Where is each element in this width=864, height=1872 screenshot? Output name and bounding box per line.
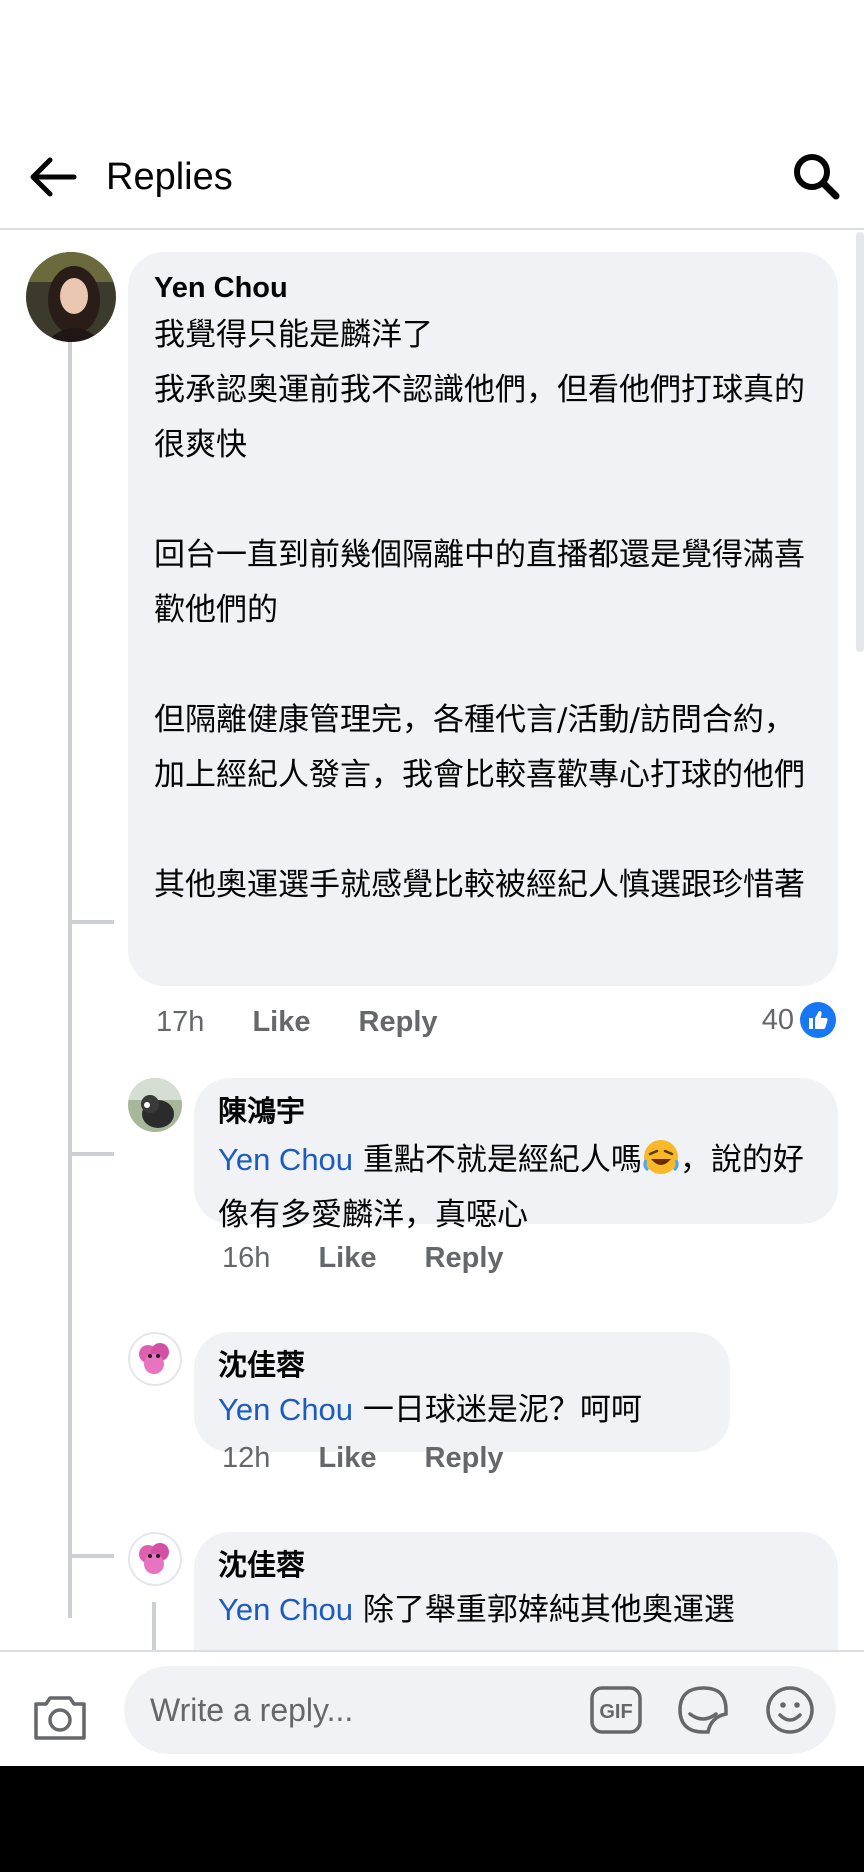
user-photo-icon: [130, 1334, 180, 1384]
like-button[interactable]: Like: [252, 1002, 310, 1042]
reply-author[interactable]: 沈佳蓉: [218, 1346, 706, 1386]
reply-meta: 12h Like Reply: [222, 1438, 504, 1478]
thread-connector: [68, 1554, 114, 1558]
mention-link[interactable]: Yen Chou: [218, 1142, 353, 1177]
like-button[interactable]: Like: [318, 1438, 376, 1478]
reply-button[interactable]: Reply: [359, 1002, 438, 1042]
comment-thread[interactable]: Yen Chou 我覺得只能是麟洋了 我承認奧運前我不認識他們，但看他們打球真的…: [0, 232, 864, 1650]
reply-text-part: 一日球迷是泥？呵呵: [353, 1392, 642, 1428]
like-reaction-icon: [800, 1002, 836, 1038]
comment-bubble[interactable]: Yen Chou 我覺得只能是麟洋了 我承認奧運前我不認識他們，但看他們打球真的…: [128, 252, 838, 986]
system-navigation-bar: [0, 1766, 864, 1872]
gif-icon: GIF: [590, 1686, 642, 1734]
avatar[interactable]: [26, 252, 116, 342]
user-photo-icon: [26, 252, 116, 342]
smiley-icon: [766, 1686, 814, 1734]
reaction-summary[interactable]: 40: [762, 1000, 836, 1040]
sticker-icon: [678, 1686, 728, 1734]
avatar[interactable]: [128, 1332, 182, 1386]
reply-input-container[interactable]: GIF: [124, 1666, 836, 1754]
mention-link[interactable]: Yen Chou: [218, 1592, 353, 1627]
reply-bubble[interactable]: 陳鴻宇 Yen Chou 重點不就是經紀人嗎 ，說的好像有多愛麟洋，真噁心: [194, 1078, 838, 1233]
reply-text-part: 重點不就是經紀人嗎: [353, 1142, 642, 1178]
sticker-button[interactable]: [676, 1684, 730, 1736]
avatar[interactable]: [128, 1078, 182, 1132]
reply-text-part: 除了舉重郭婞純其他奧運選: [353, 1592, 735, 1628]
reply-time[interactable]: 16h: [222, 1238, 270, 1278]
back-button[interactable]: [26, 150, 80, 204]
comment-text: 我覺得只能是麟洋了 我承認奧運前我不認識他們，但看他們打球真的很爽快 回台一直到…: [154, 317, 805, 903]
top-app-bar: Replies: [0, 120, 864, 230]
search-icon: [794, 154, 840, 200]
rolling-laughing-emoji: [642, 1138, 680, 1176]
reaction-count: 40: [761, 1004, 794, 1036]
arrow-left-icon: [30, 157, 77, 197]
reply-author[interactable]: 陳鴻宇: [218, 1092, 814, 1132]
reply-text: Yen Chou 一日球迷是泥？呵呵: [218, 1386, 706, 1434]
emoji-button[interactable]: [764, 1684, 816, 1736]
reply-composer: GIF: [0, 1650, 864, 1766]
user-photo-icon: [128, 1078, 182, 1132]
like-button[interactable]: Like: [318, 1238, 376, 1278]
thread-connector: [68, 1152, 114, 1156]
camera-button[interactable]: [32, 1690, 88, 1742]
thread-line-main: [68, 288, 72, 1618]
reply-text: Yen Chou 重點不就是經紀人嗎 ，說的好像有多愛麟洋，真噁心: [218, 1132, 814, 1243]
reply-text: Yen Chou 除了舉重郭婞純其他奧運選: [218, 1586, 814, 1634]
reply-input[interactable]: [150, 1666, 580, 1754]
page-title: Replies: [106, 156, 233, 198]
scrollbar[interactable]: [856, 232, 864, 652]
reply-time[interactable]: 12h: [222, 1438, 270, 1478]
thread-line-sub: [152, 1602, 156, 1650]
reply-button[interactable]: Reply: [425, 1438, 504, 1478]
svg-text:GIF: GIF: [599, 1701, 632, 1723]
reply-meta: 16h Like Reply: [222, 1238, 504, 1278]
reply-button[interactable]: Reply: [425, 1238, 504, 1278]
comment-author[interactable]: Yen Chou: [154, 268, 812, 308]
mention-link[interactable]: Yen Chou: [218, 1392, 353, 1427]
avatar[interactable]: [128, 1532, 182, 1586]
thread-connector: [68, 920, 114, 924]
reply-author[interactable]: 沈佳蓉: [218, 1546, 814, 1586]
comment-time[interactable]: 17h: [156, 1002, 204, 1042]
search-button[interactable]: [790, 150, 844, 204]
gif-button[interactable]: GIF: [590, 1686, 642, 1734]
comment-meta: 17h Like Reply: [156, 1002, 438, 1042]
user-photo-icon: [130, 1534, 180, 1584]
camera-icon: [34, 1696, 86, 1740]
reply-bubble[interactable]: 沈佳蓉 Yen Chou 一日球迷是泥？呵呵: [194, 1332, 730, 1452]
reply-bubble[interactable]: 沈佳蓉 Yen Chou 除了舉重郭婞純其他奧運選: [194, 1532, 838, 1650]
